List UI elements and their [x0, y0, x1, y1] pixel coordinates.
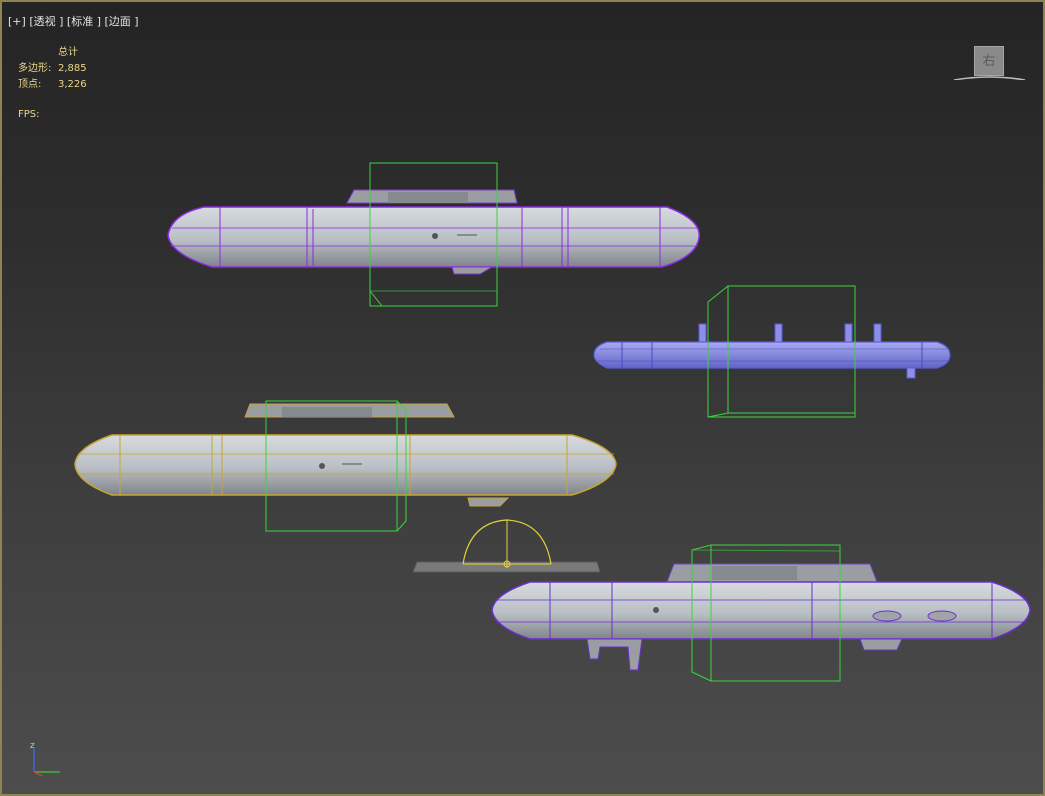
pod-object-top[interactable]	[167, 189, 700, 275]
pipe-object-blue[interactable]	[593, 323, 951, 379]
scene-canvas[interactable]	[2, 2, 1043, 794]
pod-object-bottom[interactable]	[491, 563, 1031, 671]
pod-object-yellow[interactable]	[74, 403, 617, 507]
perspective-viewport[interactable]: [+] [透视 ] [标准 ] [边面 ] 总计 多边形: 2,885 顶点: 3,…	[0, 0, 1045, 796]
world-axis-tripod: z	[26, 740, 68, 782]
light-helper-object[interactable]	[412, 519, 601, 573]
axis-z-label: z	[30, 741, 35, 751]
